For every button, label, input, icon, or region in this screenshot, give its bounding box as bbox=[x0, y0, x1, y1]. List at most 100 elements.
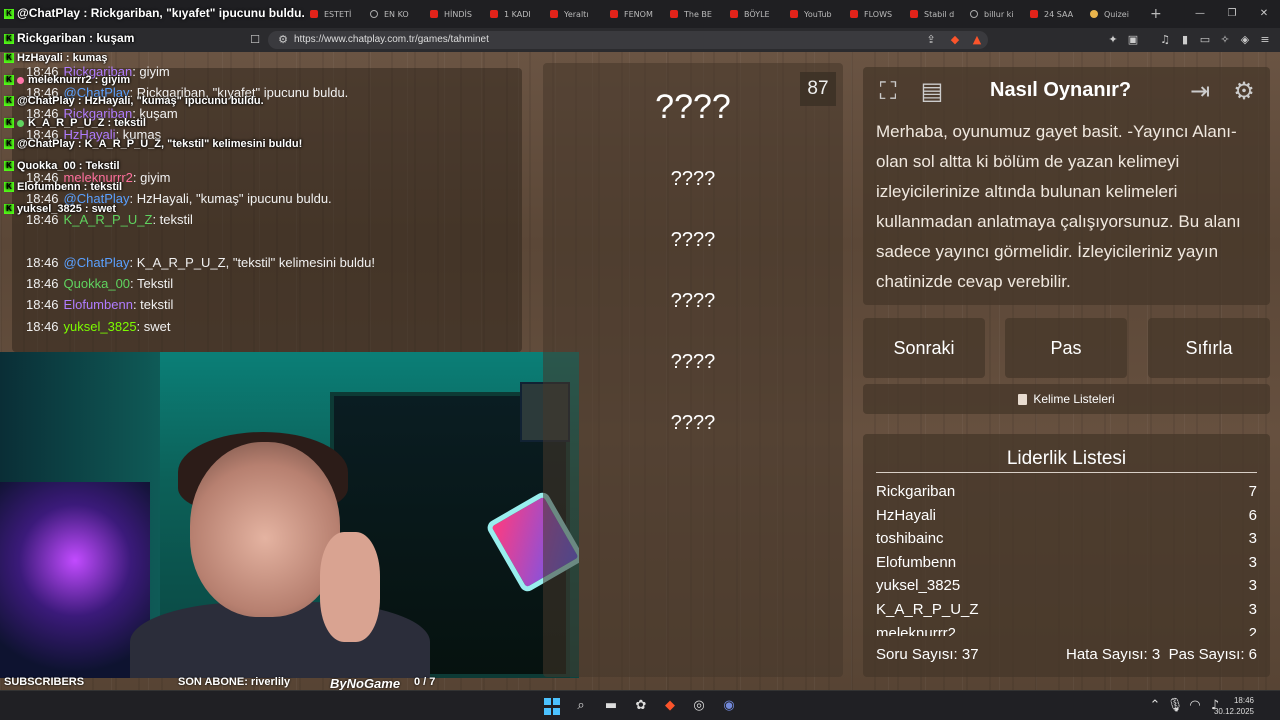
kick-icon: K bbox=[4, 8, 14, 19]
youtube-icon bbox=[310, 10, 318, 18]
tab-7[interactable]: The BE bbox=[660, 0, 720, 28]
url-field[interactable]: https://www.chatplay.com.tr/games/tahmin… bbox=[268, 31, 988, 49]
youtube-icon bbox=[430, 10, 438, 18]
tab-11[interactable]: Stabil d bbox=[900, 0, 960, 28]
sidebar-icon[interactable]: ▮ bbox=[1178, 33, 1192, 47]
quiz-icon bbox=[1090, 10, 1098, 18]
discord-icon[interactable]: ◉ bbox=[720, 697, 738, 715]
overlay-chat-line: K Elofumbenn : tekstil bbox=[4, 181, 122, 193]
rewards-icon[interactable]: ▲ bbox=[970, 33, 984, 47]
system-clock[interactable]: 18:46 30.12.2025 bbox=[1214, 695, 1254, 717]
search-icon[interactable]: ⌕ bbox=[572, 697, 590, 715]
reset-button[interactable]: Sıfırla bbox=[1148, 318, 1270, 378]
overlay-chat-line: K Rickgariban : kuşam bbox=[4, 31, 134, 45]
wifi-icon[interactable]: ◠ bbox=[1186, 697, 1204, 715]
pass-button[interactable]: Pas bbox=[1005, 318, 1127, 378]
overlay-chat-line: K @ChatPlay : HzHayali, "kumaş" ipucunu b… bbox=[4, 95, 264, 107]
question-count: Soru Sayısı: 37 bbox=[876, 646, 979, 663]
window-controls: — ❐ ✕ bbox=[1184, 0, 1280, 28]
maximize-icon[interactable]: ❐ bbox=[1216, 0, 1248, 28]
kick-icon: K bbox=[4, 161, 14, 172]
youtube-icon bbox=[790, 10, 798, 18]
poster-image bbox=[0, 482, 150, 678]
globe-icon bbox=[970, 10, 978, 18]
tab-8[interactable]: BÖYLE bbox=[720, 0, 780, 28]
vpn-icon[interactable]: ◈ bbox=[1238, 33, 1252, 47]
tab-10[interactable]: FLOWS bbox=[840, 0, 900, 28]
leaderboard-row: Rickgariban 7 bbox=[876, 483, 1257, 500]
windows-start-icon[interactable] bbox=[544, 698, 562, 716]
leaderboard-row: HzHayali 6 bbox=[876, 506, 1257, 524]
kick-icon: K bbox=[4, 33, 14, 44]
file-explorer-icon[interactable]: ▬ bbox=[602, 697, 620, 715]
next-button[interactable]: Sonraki bbox=[863, 318, 985, 378]
new-tab-button[interactable]: + bbox=[1150, 6, 1162, 22]
microphone-icon[interactable]: 🎙 bbox=[1166, 697, 1184, 715]
hidden-word: ???? bbox=[670, 168, 716, 190]
overlay-chat-line: K HzHayali : kumaş bbox=[4, 52, 107, 64]
tab-5[interactable]: Yeraltı bbox=[540, 0, 600, 28]
settings-icon[interactable]: ⚙ bbox=[1226, 73, 1262, 109]
youtube-icon bbox=[850, 10, 858, 18]
brave-icon[interactable]: ◆ bbox=[661, 697, 679, 715]
tab-4[interactable]: 1 KADI bbox=[480, 0, 540, 28]
leaderboard-list[interactable]: Rickgariban 7 HzHayali 6 toshibainc 3 Elofu… bbox=[876, 480, 1257, 636]
game-stats: Soru Sayısı: 37 Hata Sayısı: 3 Pas Sayıs… bbox=[876, 646, 1257, 666]
notes-icon[interactable]: ▤ bbox=[914, 73, 950, 109]
tab-2[interactable]: EN KO bbox=[360, 0, 420, 28]
brand-logo: ByNoGame bbox=[330, 676, 401, 691]
notebook-icon bbox=[1018, 394, 1028, 406]
share-icon[interactable]: ⇪ bbox=[924, 33, 938, 47]
tab-6[interactable]: FENOM bbox=[600, 0, 660, 28]
tab-13[interactable]: 24 SAA bbox=[1020, 0, 1080, 28]
chatgpt-icon[interactable]: ✿ bbox=[632, 697, 650, 715]
error-count: Hata Sayısı: 3 bbox=[1066, 646, 1161, 663]
kick-icon: K bbox=[4, 204, 14, 215]
leaderboard-panel: Liderlik Listesi Rickgariban 7 HzHayali 6 … bbox=[863, 434, 1270, 677]
media-icon[interactable]: ♫ bbox=[1158, 33, 1172, 47]
exit-icon[interactable]: ⇥ bbox=[1182, 73, 1218, 109]
wallet-icon[interactable]: ▭ bbox=[1198, 33, 1212, 47]
brave-shield-icon[interactable]: ◆ bbox=[948, 33, 962, 47]
kick-icon: K bbox=[4, 53, 14, 64]
site-settings-icon[interactable]: ⚙ bbox=[276, 33, 290, 47]
overlay-chat-line: Kmeleknurrr2 : giyim bbox=[4, 74, 130, 86]
tab-3[interactable]: HİNDİS bbox=[420, 0, 480, 28]
youtube-icon bbox=[910, 10, 918, 18]
close-icon[interactable]: ✕ bbox=[1248, 0, 1280, 28]
minimize-icon[interactable]: — bbox=[1184, 0, 1216, 28]
tab-14[interactable]: Quizei bbox=[1080, 0, 1140, 28]
globe-icon bbox=[370, 10, 378, 18]
leaderboard-row: toshibainc 3 bbox=[876, 530, 1257, 548]
fullscreen-icon[interactable]: ⛶ bbox=[870, 73, 906, 109]
youtube-icon bbox=[550, 10, 558, 18]
leo-icon[interactable]: ✧ bbox=[1218, 33, 1232, 47]
overlay-chat-line: K K_A_R_P_U_Z : tekstil bbox=[4, 117, 146, 129]
chevron-up-icon[interactable]: ⌃ bbox=[1146, 697, 1164, 715]
screenshot-icon[interactable]: ▣ bbox=[1126, 33, 1140, 47]
bookmark-icon[interactable]: ☐ bbox=[248, 33, 262, 47]
kick-icon: K bbox=[4, 139, 14, 150]
kick-icon: K bbox=[4, 75, 14, 86]
hidden-word: ???? bbox=[670, 351, 716, 373]
tab-12[interactable]: billur ki bbox=[960, 0, 1020, 28]
tab-9[interactable]: YouTub bbox=[780, 0, 840, 28]
subscribers-label: SUBSCRIBERS bbox=[4, 676, 85, 688]
youtube-icon bbox=[490, 10, 498, 18]
menu-icon[interactable]: ≡ bbox=[1258, 33, 1272, 47]
chat-line: 18:46 @ChatPlay: K_A_R_P_U_Z, "tekstil" k… bbox=[26, 255, 376, 270]
pass-count: Pas Sayısı: 6 bbox=[1168, 646, 1257, 663]
word-lists-button[interactable]: Kelime Listeleri bbox=[863, 384, 1270, 414]
obs-icon[interactable]: ◎ bbox=[690, 697, 708, 715]
address-bar: ☐ https://www.chatplay.com.tr/games/tahm… bbox=[0, 28, 1280, 52]
chat-line: 18:46 Quokka_00: Tekstil bbox=[26, 276, 174, 291]
chat-line: 18:46 Elofumbenn: tekstil bbox=[26, 297, 174, 312]
chat-line: 18:46 yuksel_3825: swet bbox=[26, 319, 171, 334]
badge-icon bbox=[17, 76, 24, 84]
leaderboard-row: yuksel_3825 3 bbox=[876, 577, 1257, 595]
tab-1[interactable]: ESTETİ bbox=[300, 0, 360, 28]
youtube-icon bbox=[730, 10, 738, 18]
extensions-icon[interactable]: ✦ bbox=[1106, 33, 1120, 47]
youtube-icon bbox=[670, 10, 678, 18]
kick-icon: K bbox=[4, 118, 14, 129]
